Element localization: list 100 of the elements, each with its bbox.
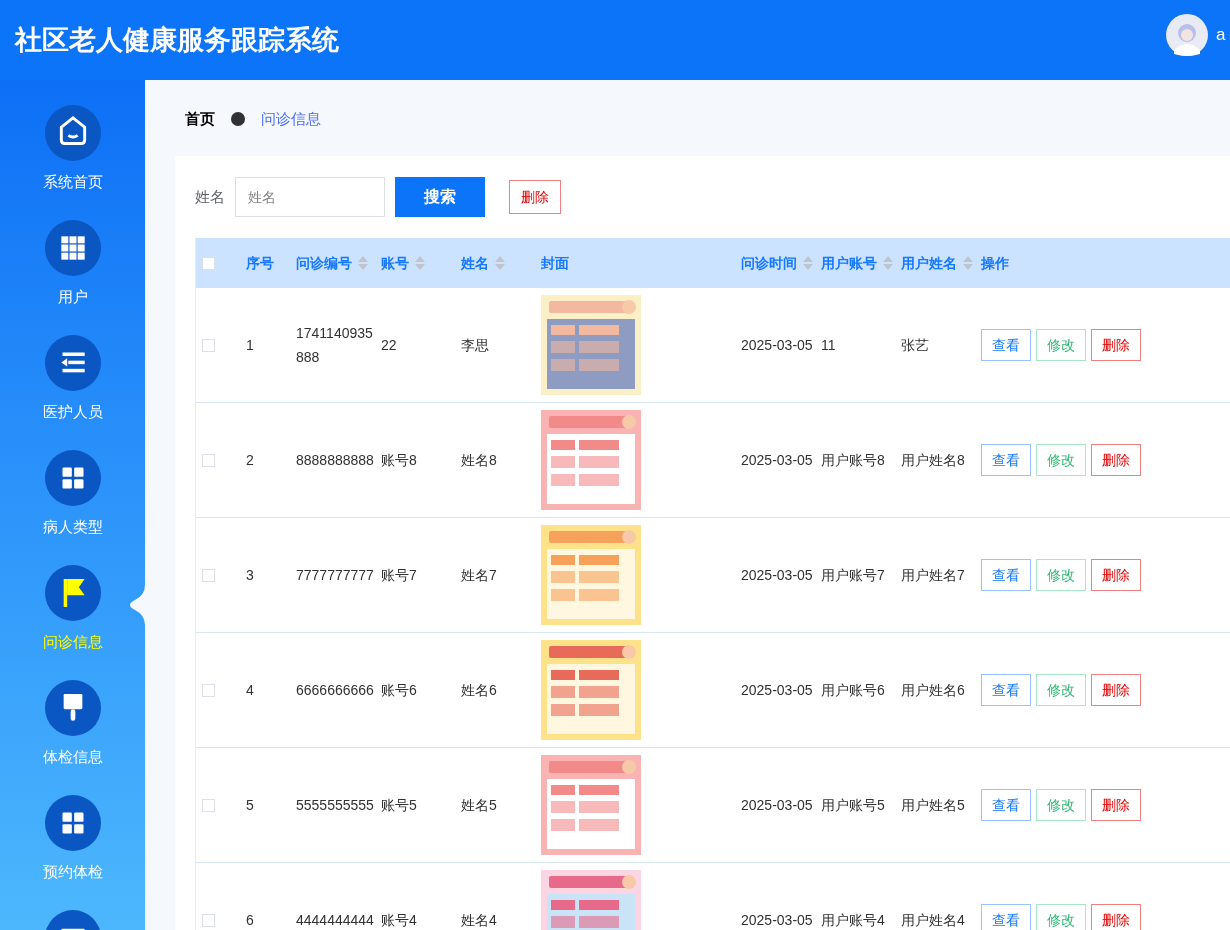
table-cell-text: 7777777777	[296, 566, 375, 585]
row-checkbox[interactable]	[202, 798, 215, 812]
table-cell-text: 用户账号4	[821, 911, 886, 930]
column-header[interactable]: 问诊时间	[741, 252, 813, 274]
grid-icon	[44, 220, 101, 276]
column-header[interactable]: 姓名	[461, 252, 505, 274]
list-icon	[44, 335, 101, 391]
table-cell-text: 用户账号8	[821, 451, 886, 470]
view-button[interactable]: 查看	[981, 444, 1031, 476]
table-cell-text: 用户姓名8	[901, 451, 966, 470]
delete-button[interactable]: 删除	[1091, 789, 1141, 821]
table-cell-text: 3	[246, 566, 255, 585]
table-cell-text: 用户账号7	[821, 566, 886, 585]
column-header[interactable]: 问诊编号	[296, 252, 368, 274]
row-checkbox[interactable]	[202, 338, 215, 352]
grid-icon	[44, 795, 101, 851]
table-cell-text: 账号8	[381, 451, 418, 470]
table-cell-text: 5	[246, 796, 255, 815]
table-cell-text: 用户姓名6	[901, 681, 966, 700]
table-cell-text: 账号7	[381, 566, 418, 585]
search-button[interactable]: 搜索	[395, 177, 485, 217]
row-checkbox[interactable]	[202, 683, 215, 697]
sidebar-item[interactable]: 预约体检	[0, 795, 145, 895]
table-cell-text: 2025-03-05	[741, 451, 814, 470]
sidebar-item[interactable]: 医护人员	[0, 335, 145, 435]
sort-icon[interactable]	[358, 256, 368, 270]
sort-icon[interactable]	[883, 256, 893, 270]
table-cell-text: 账号5	[381, 796, 418, 815]
table-cell-text: 2025-03-05	[741, 336, 814, 355]
sidebar-item[interactable]: 病人类型	[0, 450, 145, 550]
column-header: 序号	[246, 253, 274, 273]
delete-button[interactable]: 删除	[1091, 674, 1141, 706]
sort-icon[interactable]	[963, 256, 973, 270]
table-cell-text: 用户姓名5	[901, 796, 966, 815]
edit-button[interactable]: 修改	[1036, 329, 1086, 361]
column-header[interactable]: 用户账号	[821, 252, 893, 274]
row-checkbox[interactable]	[202, 913, 215, 927]
delete-button[interactable]: 删除	[509, 180, 561, 214]
flag-icon	[44, 565, 101, 621]
table-cell-text: 1	[246, 336, 255, 355]
select-all-checkbox[interactable]	[202, 256, 215, 270]
sidebar-item[interactable]: 系统首页	[0, 105, 145, 205]
sort-icon[interactable]	[803, 256, 813, 270]
view-button[interactable]: 查看	[981, 674, 1031, 706]
table-cell-text: 2025-03-05	[741, 911, 814, 930]
table-cell-text: 姓名8	[461, 451, 498, 470]
view-button[interactable]: 查看	[981, 559, 1031, 591]
table-cell-text: 用户姓名7	[901, 566, 966, 585]
table-cell-text: 用户姓名4	[901, 911, 966, 930]
grid-icon	[44, 450, 101, 506]
sidebar-item[interactable]: 体检信息	[0, 680, 145, 780]
table-cell-text: 8888888888	[296, 451, 375, 470]
table-cell-text: 6666666666	[296, 681, 375, 700]
table-cell-text: 用户账号5	[821, 796, 886, 815]
breadcrumb-link[interactable]: 首页	[185, 107, 215, 131]
table-cell-text: 李思	[461, 336, 490, 355]
table-cell-text: 1741140935888	[296, 324, 374, 367]
table-cell-text: 4	[246, 681, 255, 700]
sort-icon[interactable]	[495, 256, 505, 270]
table-cell-text: 11	[821, 336, 837, 355]
delete-button[interactable]: 删除	[1091, 904, 1141, 930]
table-cell-text: 姓名4	[461, 911, 498, 930]
sidebar-item[interactable]: 问诊信息	[0, 565, 145, 665]
table-cell-text: 用户账号6	[821, 681, 886, 700]
edit-button[interactable]: 修改	[1036, 559, 1086, 591]
table-cell-text: 5555555555	[296, 796, 375, 815]
table-cell-text: 姓名7	[461, 566, 498, 585]
column-header[interactable]: 账号	[381, 252, 425, 274]
table-cell-text: 2025-03-05	[741, 796, 814, 815]
breadcrumb-link[interactable]: 问诊信息	[261, 107, 321, 131]
delete-button[interactable]: 删除	[1091, 559, 1141, 591]
table-cell-text: 账号6	[381, 681, 418, 700]
edit-button[interactable]: 修改	[1036, 674, 1086, 706]
view-button[interactable]: 查看	[981, 789, 1031, 821]
delete-button[interactable]: 删除	[1091, 444, 1141, 476]
separator-dot	[231, 112, 245, 126]
name-field[interactable]: 姓名	[235, 177, 385, 217]
edit-button[interactable]: 修改	[1036, 904, 1086, 930]
column-header: 封面	[541, 253, 569, 273]
row-checkbox[interactable]	[202, 568, 215, 582]
table-cell-text: 张艺	[901, 336, 930, 355]
edit-button[interactable]: 修改	[1036, 444, 1086, 476]
table-cell-text: 2025-03-05	[741, 566, 814, 585]
table-cell-text: 2	[246, 451, 255, 470]
row-checkbox[interactable]	[202, 453, 215, 467]
table-cell-text: 2025-03-05	[741, 681, 814, 700]
user-name: a	[1216, 24, 1226, 47]
table-cell-text: 6	[246, 911, 255, 930]
table-cell-text: 姓名5	[461, 796, 498, 815]
delete-button[interactable]: 删除	[1091, 329, 1141, 361]
column-header: 操作	[981, 253, 1009, 273]
table-cell-text: 4444444444	[296, 911, 375, 930]
view-button[interactable]: 查看	[981, 904, 1031, 930]
view-button[interactable]: 查看	[981, 329, 1031, 361]
avatar[interactable]	[1166, 14, 1208, 56]
home-icon	[44, 105, 101, 161]
edit-button[interactable]: 修改	[1036, 789, 1086, 821]
column-header[interactable]: 用户姓名	[901, 252, 973, 274]
sidebar-item[interactable]: 用户	[0, 220, 145, 320]
sort-icon[interactable]	[415, 256, 425, 270]
